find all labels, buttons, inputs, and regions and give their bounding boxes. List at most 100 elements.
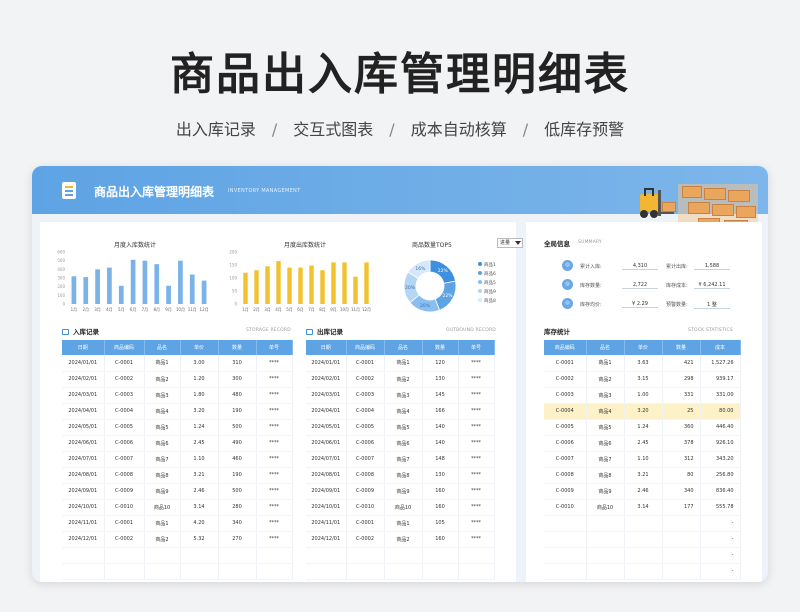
table-row[interactable]: C-0003 商品3 1.00 331 331.00	[544, 387, 741, 404]
x-tick-label: 4月	[106, 307, 113, 312]
table-cell: C-0003	[104, 387, 145, 404]
x-tick-label: 11月	[351, 307, 360, 312]
column-header[interactable]: 数量	[662, 340, 701, 355]
table-row[interactable]: C-0009 商品9 2.46 340 836.40	[544, 483, 741, 500]
table-row[interactable]: C-0007 商品7 1.10 312 343.20	[544, 451, 741, 468]
table-row[interactable]: 2024/06/01 C-0006 商品6 2.45 490 ****	[62, 435, 293, 452]
table-row[interactable]: 2024/12/01 C-0002 商品2 160 ****	[306, 531, 495, 548]
y-tick-label: 100	[57, 293, 65, 298]
table-row[interactable]: C-0008 商品8 3.21 80 256.80	[544, 467, 741, 484]
table-cell: ****	[256, 483, 293, 500]
table-row[interactable]: 2024/03/01 C-0003 商品3 145 ****	[306, 387, 495, 404]
table-cell: 555.78	[700, 499, 741, 516]
column-header[interactable]: 成本	[700, 340, 741, 355]
column-header[interactable]: 日期	[62, 340, 105, 355]
table-row[interactable]: 2024/05/01 C-0005 商品5 140 ****	[306, 419, 495, 436]
table-row[interactable]: 2024/01/01 C-0001 商品1 3.00 310 ****	[62, 355, 293, 372]
legend-swatch	[478, 289, 482, 293]
table-cell: ****	[458, 355, 495, 372]
column-header[interactable]: 数量	[422, 340, 459, 355]
table-row[interactable]: 2024/12/01 C-0002 商品2 5.32 270 ****	[62, 531, 293, 548]
table-row[interactable]: 2024/07/01 C-0007 商品7 1.10 460 ****	[62, 451, 293, 468]
table-row[interactable]: 2024/04/01 C-0004 商品4 3.20 190 ****	[62, 403, 293, 420]
table-cell: 商品8	[144, 467, 181, 484]
table-row[interactable]: 2024/05/01 C-0005 商品5 1.24 500 ****	[62, 419, 293, 436]
top5-chart-title: 商品数量TOP5	[412, 242, 452, 249]
table-row[interactable]: 2024/06/01 C-0006 商品6 140 ****	[306, 435, 495, 452]
top5-metric-select[interactable]: 进量	[497, 238, 523, 248]
bar	[276, 261, 281, 304]
table-row[interactable]: 2024/04/01 C-0004 商品4 166 ****	[306, 403, 495, 420]
column-header[interactable]: 商品编码	[544, 340, 587, 355]
table-row[interactable]: C-0005 商品5 1.24 360 446.40	[544, 419, 741, 436]
y-tick-label: 150	[229, 263, 237, 268]
table-cell: C-0005	[104, 419, 145, 436]
table-row[interactable]: -	[544, 515, 741, 532]
column-header[interactable]: 品名	[586, 340, 625, 355]
table-row[interactable]: -	[544, 563, 741, 580]
table-cell: ****	[256, 515, 293, 532]
table-row[interactable]: 2024/09/01 C-0009 商品9 160 ****	[306, 483, 495, 500]
table-row[interactable]	[62, 547, 293, 564]
x-tick-label: 7月	[308, 307, 315, 312]
column-header[interactable]: 单号	[458, 340, 495, 355]
column-header[interactable]: 商品编码	[104, 340, 145, 355]
table-cell	[624, 515, 663, 532]
table-cell	[384, 547, 423, 564]
bar	[118, 285, 124, 304]
table-cell: ****	[256, 531, 293, 548]
table-cell: C-0001	[104, 355, 145, 372]
table-row[interactable]: 2024/11/01 C-0001 商品1 4.20 340 ****	[62, 515, 293, 532]
feature-item: 交互式图表	[293, 120, 374, 139]
table-row[interactable]: 2024/08/01 C-0008 商品8 130 ****	[306, 467, 495, 484]
column-header[interactable]: 单号	[256, 340, 293, 355]
table-row[interactable]: 2024/02/01 C-0002 商品2 130 ****	[306, 371, 495, 388]
table-row[interactable]: 2024/08/01 C-0008 商品8 3.21 190 ****	[62, 467, 293, 484]
column-header[interactable]: 单价	[180, 340, 219, 355]
table-cell: 836.40	[700, 483, 741, 500]
table-cell: 2024/11/01	[306, 515, 347, 532]
table-row[interactable]	[306, 563, 495, 580]
table-cell: C-0008	[104, 467, 145, 484]
table-row[interactable]: C-0010 商品10 3.14 177 555.78	[544, 499, 741, 516]
legend-entry: 商品6	[478, 271, 496, 277]
table-row[interactable]	[306, 547, 495, 564]
table-cell: ****	[458, 387, 495, 404]
separator: /	[389, 120, 395, 139]
table-cell: 298	[662, 371, 701, 388]
column-header[interactable]: 品名	[144, 340, 181, 355]
column-header[interactable]: 单价	[624, 340, 663, 355]
table-row[interactable]	[62, 563, 293, 580]
table-row[interactable]: -	[544, 531, 741, 548]
table-cell: C-0001	[104, 515, 145, 532]
bar	[265, 266, 270, 304]
table-row[interactable]: 2024/03/01 C-0003 商品3 1.80 480 ****	[62, 387, 293, 404]
table-cell: 2024/03/01	[306, 387, 347, 404]
table-cell	[104, 547, 145, 564]
table-cell: 商品7	[144, 451, 181, 468]
table-row[interactable]: C-0001 商品1 3.63 421 1,527.26	[544, 355, 741, 372]
column-header[interactable]: 品名	[384, 340, 423, 355]
table-row[interactable]: 2024/07/01 C-0007 商品7 148 ****	[306, 451, 495, 468]
column-header[interactable]: 数量	[218, 340, 257, 355]
table-row[interactable]: C-0002 商品2 3.15 298 939.17	[544, 371, 741, 388]
table-cell: 商品1	[144, 515, 181, 532]
x-tick-label: 2月	[82, 307, 89, 312]
table-row[interactable]: 2024/11/01 C-0001 商品1 105 ****	[306, 515, 495, 532]
column-header[interactable]: 日期	[306, 340, 347, 355]
table-row[interactable]: C-0004 商品4 3.20 25 80.00	[544, 403, 741, 420]
table-row[interactable]: 2024/10/01 C-0010 商品10 3.14 280 ****	[62, 499, 293, 516]
table-row[interactable]: 2024/10/01 C-0010 商品10 160 ****	[306, 499, 495, 516]
table-row[interactable]: 2024/02/01 C-0002 商品2 1.20 300 ****	[62, 371, 293, 388]
table-row[interactable]: 2024/01/01 C-0001 商品1 120 ****	[306, 355, 495, 372]
table-cell: 2024/05/01	[306, 419, 347, 436]
table-cell	[662, 563, 701, 580]
y-tick-label: 0	[234, 302, 237, 307]
bar	[142, 260, 148, 304]
table-row[interactable]: 2024/09/01 C-0009 商品9 2.46 500 ****	[62, 483, 293, 500]
table-cell: -	[700, 531, 741, 548]
column-header[interactable]: 商品编码	[346, 340, 385, 355]
table-row[interactable]: -	[544, 547, 741, 564]
table-cell: 360	[662, 419, 701, 436]
table-row[interactable]: C-0006 商品6 2.45 378 926.10	[544, 435, 741, 452]
